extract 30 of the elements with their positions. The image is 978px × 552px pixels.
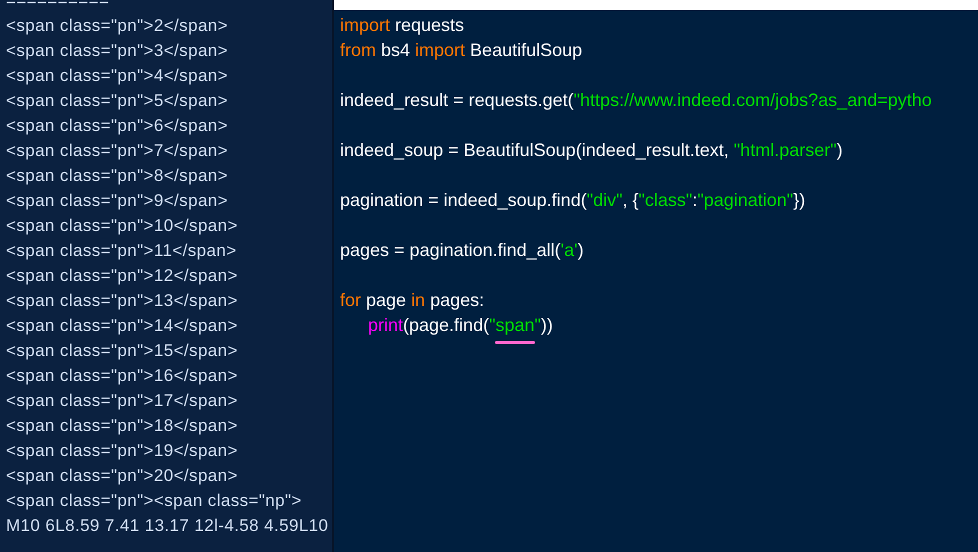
output-line: <span class="pn">12</span> <box>6 265 238 287</box>
output-line: <span class="pn">5</span> <box>6 90 228 112</box>
code-line: pages = pagination.find_all('a') <box>340 239 584 262</box>
output-line: <span class="pn">9</span> <box>6 190 228 212</box>
code-line: indeed_result = requests.get("https://www.indeed.com/jobs?as_and=pytho <box>340 89 932 112</box>
output-line: <span class="pn">13</span> <box>6 290 238 312</box>
output-line: <span class="pn">7</span> <box>6 140 228 162</box>
output-line: <span class="pn">4</span> <box>6 65 228 87</box>
output-line: <span class="pn">20</span> <box>6 465 238 487</box>
output-line: M10 6L8.59 7.41 13.17 12l-4.58 4.59L10 <box>6 515 328 537</box>
output-line: <span class="pn">10</span> <box>6 215 238 237</box>
code-line: from bs4 import BeautifulSoup <box>340 39 582 62</box>
code-line: pagination = indeed_soup.find("div", {"class":"pagination"}) <box>340 189 806 212</box>
output-line: <span class="pn"><span class="np"> <box>6 490 302 512</box>
output-line: <span class="pn">19</span> <box>6 440 238 462</box>
output-line: <span class="pn">3</span> <box>6 40 228 62</box>
code-line: import requests <box>340 14 464 37</box>
output-line: <span class="pn">18</span> <box>6 415 238 437</box>
output-line: <span class="pn">14</span> <box>6 315 238 337</box>
output-line: <span class="pn">8</span> <box>6 165 228 187</box>
output-line: <span class="pn">16</span> <box>6 365 238 387</box>
output-line: <span class="pn">11</span> <box>6 240 237 262</box>
code-line: indeed_soup = BeautifulSoup(indeed_result.text, "html.parser") <box>340 139 843 162</box>
code-line: for page in pages: <box>340 289 484 312</box>
code-line: print(page.find("span")) <box>340 313 553 338</box>
output-line: <span class="pn">15</span> <box>6 340 238 362</box>
output-line: <span class="pn">17</span> <box>6 390 238 412</box>
output-line: <span class="pn">2</span> <box>6 15 228 37</box>
output-line: <span class="pn">6</span> <box>6 115 228 137</box>
output-line: ========== <box>6 0 110 12</box>
